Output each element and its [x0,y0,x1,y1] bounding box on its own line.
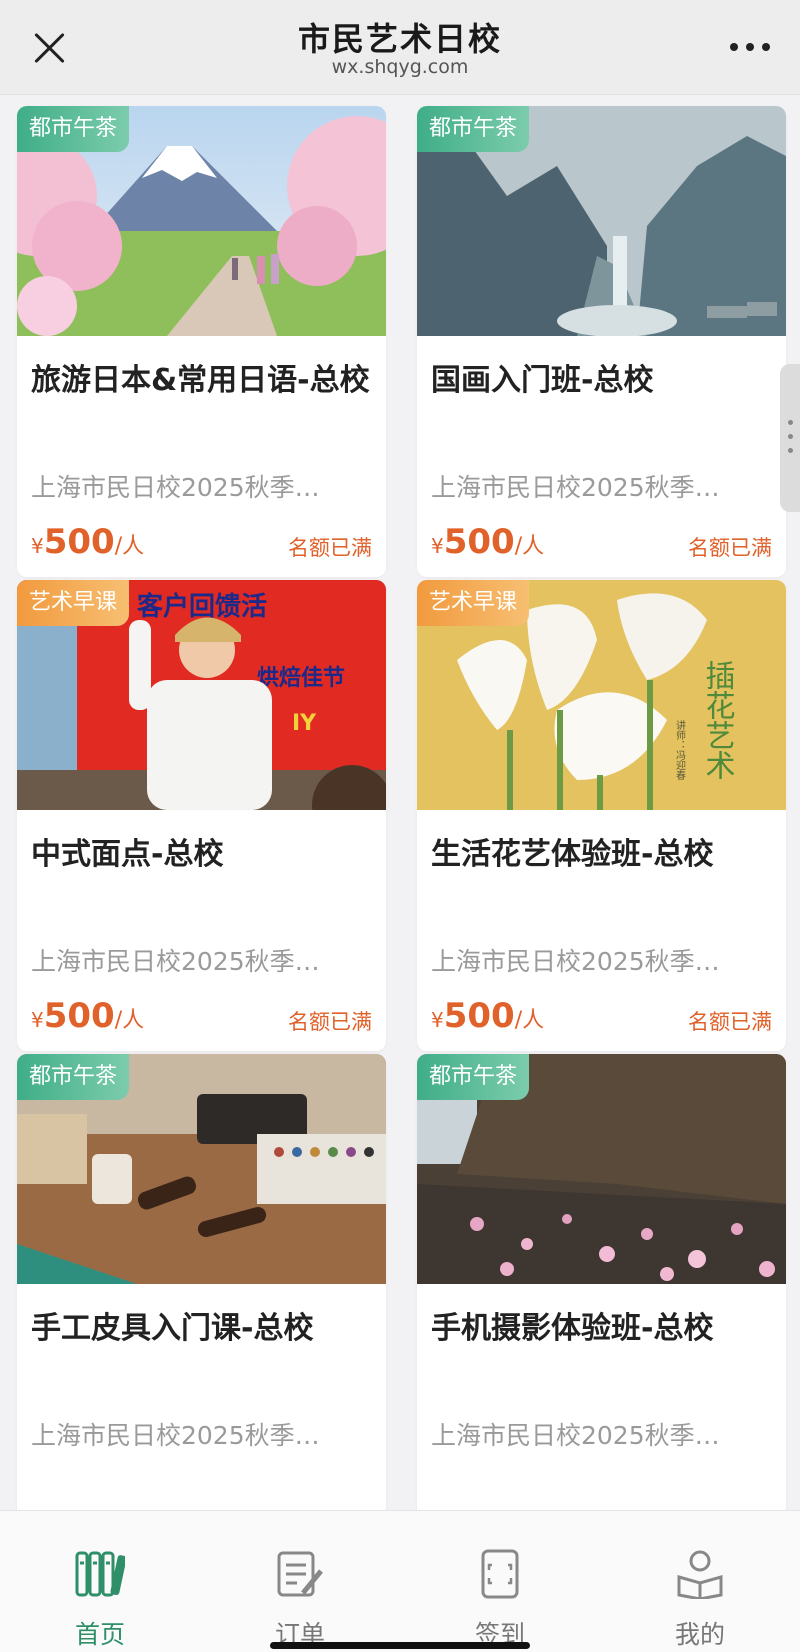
course-card-photography[interactable]: 都市午茶 手机摄影体验班-总校 上海市民日校2025秋季… [417,1054,786,1510]
enrollment-status: 名额已满 [288,1010,372,1034]
price-value: 500 [443,996,515,1036]
course-title: 旅游日本&常用日语-总校 [31,363,370,398]
course-subtitle: 上海市民日校2025秋季… [431,947,720,976]
course-price: ¥500/人 [31,996,144,1036]
order-edit-icon [277,1551,323,1597]
price-unit: /人 [114,534,145,559]
course-card-pastry[interactable]: 客户回馈活 烘焙佳节 IY 艺术早课 中式面点-总校 上海市民日校2025秋季…… [17,580,386,1051]
category-tag: 艺术早课 [17,580,130,626]
category-tag: 都市午茶 [417,1054,530,1100]
currency-symbol: ¥ [431,1008,444,1032]
page-title: 市民艺术日校 [297,20,502,58]
banner-text-line2: 烘焙佳节 [257,665,345,691]
vase-signature-text: 讲师：冯迎春 [674,719,686,781]
course-subtitle: 上海市民日校2025秋季… [31,1421,320,1450]
course-title: 手机摄影体验班-总校 [431,1311,714,1346]
course-title: 生活花艺体验班-总校 [431,837,714,872]
banner-text-line3: IY [292,711,317,736]
course-grid: 都市午茶 旅游日本&常用日语-总校 上海市民日校2025秋季… ¥500/人 名… [0,94,800,1510]
home-indicator [270,1642,530,1649]
course-subtitle: 上海市民日校2025秋季… [31,947,320,976]
tab-label: 我的 [674,1620,725,1649]
course-card-painting[interactable]: 都市午茶 国画入门班-总校 上海市民日校2025秋季… ¥500/人 名额已满 [417,106,786,577]
home-books-icon [75,1551,125,1597]
category-tag: 都市午茶 [417,106,530,152]
more-options-icon[interactable] [730,40,774,54]
category-tag: 都市午茶 [17,1054,130,1100]
vase-calligraphy-text: 插花艺术 [700,660,735,780]
category-tag: 艺术早课 [417,580,530,626]
user-reading-icon [677,1550,723,1599]
course-thumbnail: 都市午茶 [17,1054,386,1284]
tab-checkin[interactable]: 签到 [400,1511,600,1652]
course-thumbnail: 都市午茶 [417,1054,786,1284]
course-title: 中式面点-总校 [31,837,224,872]
price-unit: /人 [514,534,545,559]
course-subtitle: 上海市民日校2025秋季… [31,473,320,502]
course-card-floral[interactable]: 插花艺术 讲师：冯迎春 艺术早课 生活花艺体验班-总校 上海市民日校2025秋季… [417,580,786,1051]
currency-symbol: ¥ [431,534,444,558]
side-drawer-handle[interactable] [780,364,800,512]
course-thumbnail: 客户回馈活 烘焙佳节 IY 艺术早课 [17,580,386,810]
price-value: 500 [443,522,515,562]
category-tag: 都市午茶 [17,106,130,152]
price-value: 500 [43,996,115,1036]
tab-home[interactable]: 首页 [0,1511,200,1652]
course-price: ¥500/人 [31,522,144,562]
enrollment-status: 名额已满 [688,1010,772,1034]
enrollment-status: 名额已满 [688,536,772,560]
tab-orders[interactable]: 订单 [200,1511,400,1652]
course-thumbnail: 都市午茶 [417,106,786,336]
banner-text-line1: 客户回馈活 [137,591,267,622]
course-card-japan[interactable]: 都市午茶 旅游日本&常用日语-总校 上海市民日校2025秋季… ¥500/人 名… [17,106,386,577]
course-title: 手工皮具入门课-总校 [31,1311,314,1346]
course-title: 国画入门班-总校 [431,363,654,398]
enrollment-status: 名额已满 [288,536,372,560]
currency-symbol: ¥ [31,534,44,558]
tab-label: 首页 [74,1620,125,1649]
course-card-leather[interactable]: 都市午茶 手工皮具入门课-总校 上海市民日校2025秋季… [17,1054,386,1510]
course-subtitle: 上海市民日校2025秋季… [431,473,720,502]
course-price: ¥500/人 [431,996,544,1036]
course-thumbnail: 都市午茶 [17,106,386,336]
course-thumbnail: 插花艺术 讲师：冯迎春 艺术早课 [417,580,786,810]
price-unit: /人 [514,1008,545,1033]
course-price: ¥500/人 [431,522,544,562]
tab-profile[interactable]: 我的 [600,1511,800,1652]
currency-symbol: ¥ [31,1008,44,1032]
course-subtitle: 上海市民日校2025秋季… [431,1421,720,1450]
page-url: wx.shqyg.com [331,56,469,78]
bottom-tab-bar: 首页 订单 签到 我的 [0,1510,800,1652]
top-bar: 市民艺术日校 wx.shqyg.com [0,0,800,95]
price-unit: /人 [114,1008,145,1033]
price-value: 500 [43,522,115,562]
scan-phone-icon [481,1549,519,1599]
